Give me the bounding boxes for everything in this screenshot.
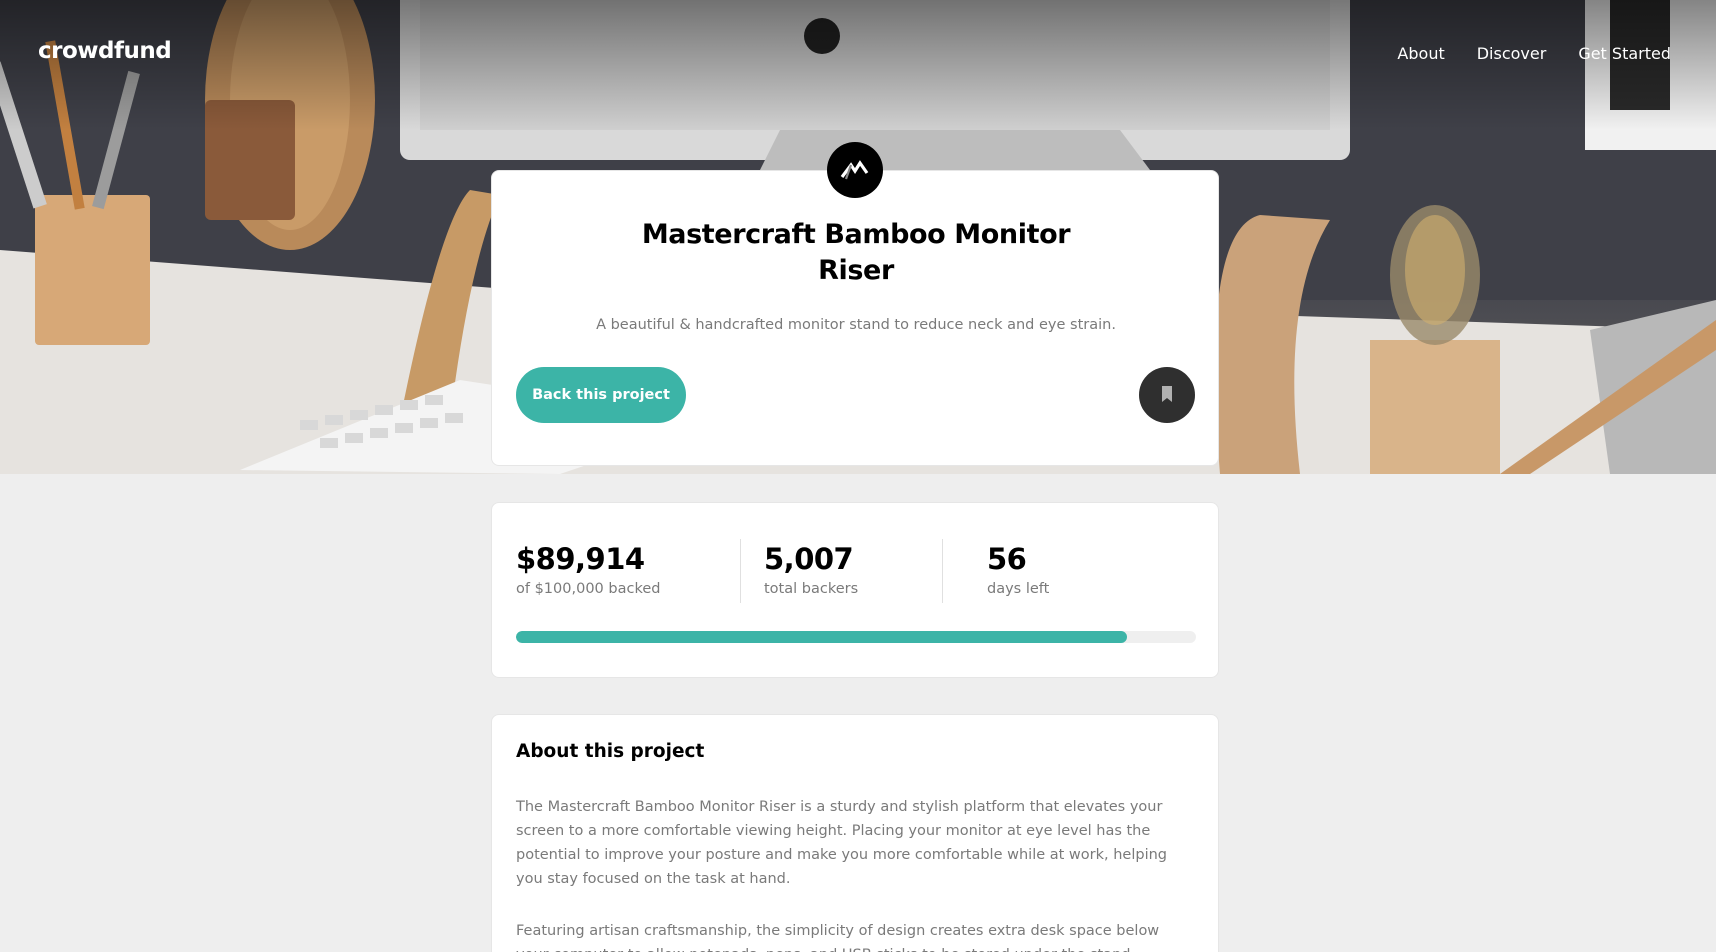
about-heading: About this project (516, 741, 705, 762)
stat-days-label: days left (987, 581, 1050, 597)
bookmark-button[interactable] (1139, 367, 1195, 423)
project-card: Mastercraft Bamboo Monitor Riser A beaut… (491, 142, 1219, 466)
mastercraft-logo-icon (827, 142, 883, 198)
stat-days: 56 days left (987, 539, 1049, 597)
project-description: A beautiful & handcrafted monitor stand … (596, 317, 1116, 333)
progress-bar (516, 631, 1196, 643)
nav-item-discover[interactable]: Discover (1477, 44, 1547, 63)
about-card: About this project The Mastercraft Bambo… (491, 714, 1219, 952)
bookmark-icon (1161, 385, 1173, 405)
main-nav: About Discover Get Started (1397, 44, 1671, 63)
stat-divider (942, 539, 943, 603)
stat-backers-value: 5,007 (764, 542, 854, 576)
nav-item-about[interactable]: About (1397, 44, 1444, 63)
project-title: Mastercraft Bamboo Monitor Riser (641, 219, 1071, 286)
about-paragraph: The Mastercraft Bamboo Monitor Riser is … (516, 799, 1168, 887)
hero-shade (0, 0, 1716, 130)
stats-card: $89,914 of $100,000 backed 5,007 total b… (491, 502, 1219, 678)
nav-item-get-started[interactable]: Get Started (1578, 44, 1671, 63)
stat-backers: 5,007 total backers (764, 539, 858, 597)
stat-backed-value: $89,914 (516, 542, 645, 576)
back-project-button[interactable]: Back this project (516, 367, 686, 423)
stat-backers-label: total backers (764, 581, 859, 597)
brand-logo[interactable]: crowdfund (38, 38, 172, 64)
stat-divider (740, 539, 741, 603)
progress-fill (516, 631, 1128, 643)
stat-backed-label: of $100,000 backed (516, 581, 661, 597)
stat-backed: $89,914 of $100,000 backed (516, 539, 660, 597)
stat-days-value: 56 (987, 542, 1027, 576)
about-paragraph: Featuring artisan craftsmanship, the sim… (516, 923, 1160, 952)
